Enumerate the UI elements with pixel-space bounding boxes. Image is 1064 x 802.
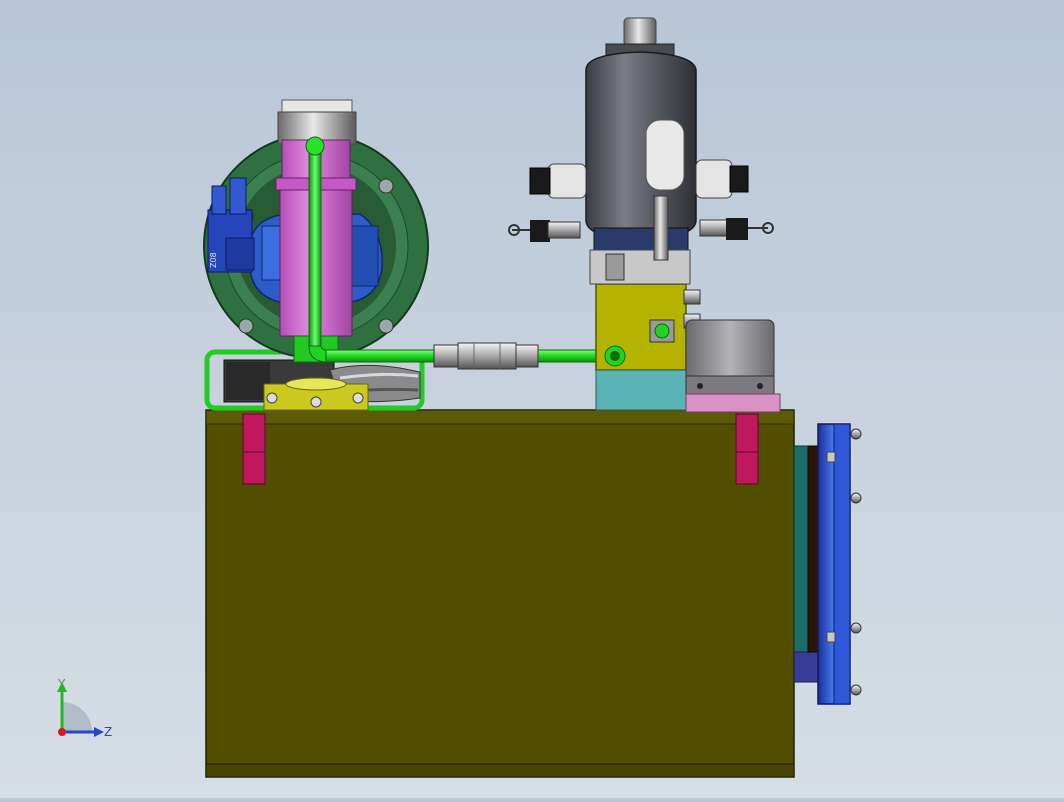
valve-block[interactable] [595, 283, 701, 411]
z-axis-label: Z [104, 725, 112, 739]
return-filter[interactable] [685, 319, 781, 413]
lifting-lug-left [242, 413, 266, 485]
end-cover-plate[interactable] [793, 423, 862, 705]
triad-plane [62, 702, 92, 732]
lifting-lug-right [735, 413, 759, 485]
accumulator[interactable] [508, 17, 774, 285]
coordinate-triad: Y Z [46, 672, 126, 752]
hose-fitting [433, 342, 539, 370]
z-arrow-icon [94, 727, 104, 737]
valve-part-label: Z08 [209, 252, 218, 268]
x-axis-dot-icon [58, 728, 66, 736]
hydraulic-unit-model[interactable]: Z08 [0, 0, 1064, 798]
cad-viewport[interactable]: Z08 Y Z [0, 0, 1064, 798]
oil-tank[interactable] [205, 409, 795, 778]
y-axis-label: Y [57, 677, 66, 691]
